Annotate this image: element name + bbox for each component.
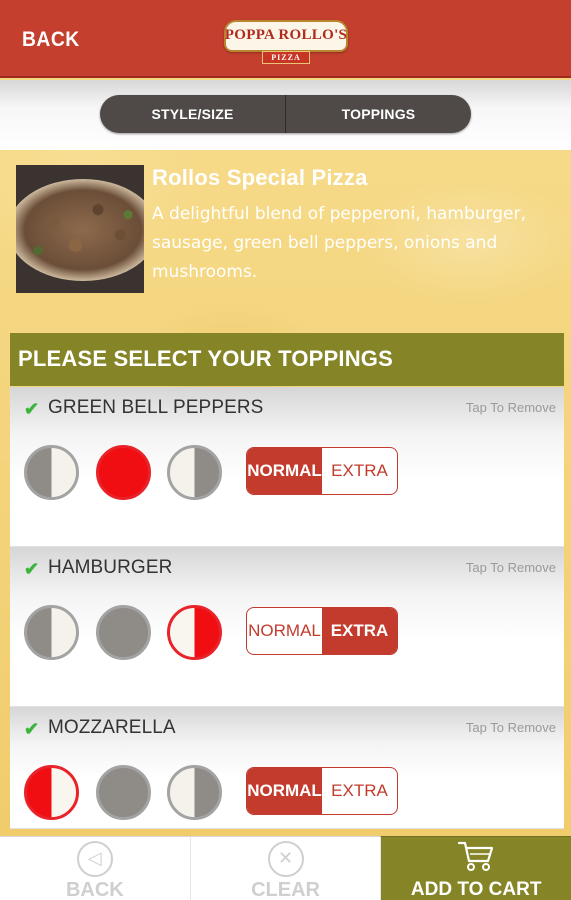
whole-coverage-icon[interactable]: [96, 605, 151, 660]
segmented-tabs: STYLE/SIZE TOPPINGS: [100, 95, 471, 133]
tap-to-remove-link[interactable]: Tap To Remove: [466, 720, 556, 735]
right-half-coverage-icon[interactable]: [167, 605, 222, 660]
clear-button[interactable]: ✕ CLEAR: [189, 836, 381, 900]
right-half-coverage-icon[interactable]: [167, 445, 222, 500]
tab-toppings[interactable]: TOPPINGS: [285, 95, 471, 133]
extra-button[interactable]: EXTRA: [322, 608, 397, 654]
topping-name: HAMBURGER: [48, 557, 173, 578]
tap-to-remove-link[interactable]: Tap To Remove: [466, 560, 556, 575]
topping-row-hamburger: ✔ HAMBURGER Tap To Remove NORMAL EXTRA: [10, 547, 564, 707]
amount-toggle: NORMAL EXTRA: [246, 607, 398, 655]
tab-style-size[interactable]: STYLE/SIZE: [100, 95, 285, 133]
top-bar: BACK POPPA ROLLO'S PIZZA: [0, 0, 571, 78]
topping-name: GREEN BELL PEPPERS: [48, 397, 264, 418]
product-description: A delightful blend of pepperoni, hamburg…: [152, 204, 526, 282]
left-half-coverage-icon[interactable]: [24, 605, 79, 660]
extra-button[interactable]: EXTRA: [322, 448, 397, 494]
check-icon: ✔: [24, 399, 40, 419]
close-icon: ✕: [267, 841, 304, 877]
right-half-coverage-icon[interactable]: [167, 765, 222, 820]
shopping-cart-icon: [458, 841, 494, 871]
left-half-coverage-icon[interactable]: [24, 445, 79, 500]
normal-button[interactable]: NORMAL: [247, 448, 322, 494]
section-title: PLEASE SELECT YOUR TOPPINGS: [18, 346, 393, 371]
back-button[interactable]: BACK: [22, 28, 80, 52]
topping-row-green-bell-peppers: ✔ GREEN BELL PEPPERS Tap To Remove NORMA…: [10, 387, 564, 547]
normal-button[interactable]: NORMAL: [247, 768, 322, 814]
amount-toggle: NORMAL EXTRA: [246, 447, 398, 495]
whole-coverage-icon[interactable]: [96, 445, 151, 500]
normal-button[interactable]: NORMAL: [247, 608, 322, 654]
tap-to-remove-link[interactable]: Tap To Remove: [466, 400, 556, 415]
logo-text: POPPA ROLLO'S: [224, 27, 348, 43]
clear-label: CLEAR: [251, 879, 320, 900]
back-arrow-icon: ◁: [76, 841, 113, 877]
pizza-image: [16, 165, 144, 293]
bottom-action-bar: ◁ BACK ✕ CLEAR ADD TO CART: [0, 836, 571, 900]
amount-toggle: NORMAL EXTRA: [246, 767, 398, 815]
left-half-coverage-icon[interactable]: [24, 765, 79, 820]
topping-row-mozzarella: ✔ MOZZARELLA Tap To Remove NORMAL EXTRA: [10, 707, 564, 829]
toppings-section-header: PLEASE SELECT YOUR TOPPINGS: [10, 333, 564, 386]
footer-back-button[interactable]: ◁ BACK: [0, 836, 190, 900]
poppa-rollos-logo: POPPA ROLLO'S PIZZA: [224, 12, 348, 66]
whole-coverage-icon[interactable]: [96, 765, 151, 820]
topping-name: MOZZARELLA: [48, 717, 176, 738]
add-to-cart-label: ADD TO CART: [410, 879, 542, 900]
add-to-cart-button[interactable]: ADD TO CART: [380, 836, 571, 900]
product-title: Rollos Special Pizza: [152, 165, 368, 190]
check-icon: ✔: [24, 559, 40, 579]
check-icon: ✔: [24, 719, 40, 739]
extra-button[interactable]: EXTRA: [322, 768, 397, 814]
pizza-photo: [16, 179, 144, 281]
logo-subtext: PIZZA: [262, 51, 310, 64]
footer-back-label: BACK: [65, 879, 124, 900]
tabs-bar: STYLE/SIZE TOPPINGS: [0, 80, 571, 150]
